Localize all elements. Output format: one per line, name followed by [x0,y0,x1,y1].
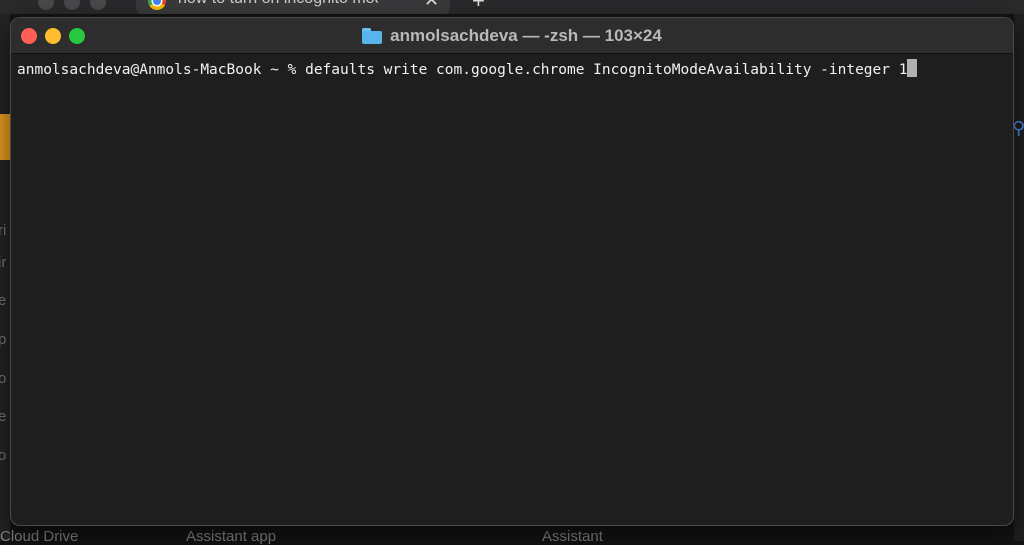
folder-icon [362,28,383,44]
terminal-titlebar[interactable]: anmolsachdeva — -zsh — 103×24 [11,18,1013,54]
new-tab-button[interactable]: + [472,0,485,14]
background-bottom-text: Cloud Drive [0,528,79,545]
background-sidebar-text: o [0,447,7,464]
window-title-group: anmolsachdeva — -zsh — 103×24 [11,18,1013,54]
close-tab-icon[interactable]: ✕ [424,0,439,11]
background-bottom-text: Assistant [542,528,603,545]
background-sidebar-text: e [0,408,7,425]
background-maximize-dot [90,0,106,10]
background-window-controls [38,0,106,10]
background-sidebar-text: ir [0,254,7,271]
background-chrome-tab[interactable]: how to turn on incognito mode ✕ [136,0,450,14]
background-sidebar-text: ri [0,222,7,239]
background-sidebar-text: e [0,292,7,309]
shell-prompt: anmolsachdeva@Anmols-MacBook ~ % [17,62,306,78]
background-bottom-text: Assistant app [186,528,277,545]
command-text[interactable]: defaults write com.google.chrome Incogni… [305,62,907,78]
terminal-window[interactable]: anmolsachdeva — -zsh — 103×24 anmolsachd… [10,17,1014,526]
background-accent [0,114,10,160]
background-sidebar-text: p [0,331,7,348]
background-minimize-dot [64,0,80,10]
window-title: anmolsachdeva — -zsh — 103×24 [390,26,662,45]
terminal-content[interactable]: anmolsachdeva@Anmols-MacBook ~ % default… [11,55,1013,525]
background-tab-bar: how to turn on incognito mode ✕ + [0,0,1024,14]
text-cursor [907,59,918,77]
background-sidebar-text: o [0,370,7,387]
background-close-dot [38,0,54,10]
background-tab-title: how to turn on incognito mode [178,0,378,8]
background-right-panel [1014,14,1024,541]
google-favicon-icon [148,0,166,10]
